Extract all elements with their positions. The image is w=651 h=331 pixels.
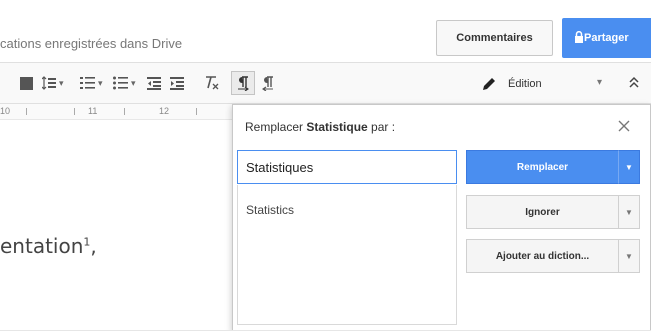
paragraph-style-icon[interactable] [20,73,33,93]
rtl-paragraph-icon[interactable] [262,73,274,93]
save-status-text: cations enregistrées dans Drive [0,36,183,51]
ruler-label: 12 [159,106,170,116]
document-word: entation [0,234,84,258]
ruler-tick [124,108,125,115]
share-label: Partager [584,32,629,44]
increase-indent-icon[interactable] [170,73,184,93]
add-to-dictionary-button[interactable]: Ajouter au diction... [466,239,618,273]
numbered-list-icon[interactable]: ▾ [80,73,103,93]
chevron-down-icon[interactable]: ▼ [618,150,640,184]
suggestion-list: Statistics [237,185,457,325]
line-spacing-icon[interactable]: ▾ [42,73,64,93]
chevron-down-icon: ▾ [131,77,136,88]
replacement-input[interactable] [237,150,457,184]
chevron-down-icon: ▾ [98,77,103,88]
chevron-down-icon[interactable]: ▼ [618,239,640,273]
chevron-down-icon[interactable]: ▼ [618,195,640,229]
ruler-label: 11 [88,106,98,116]
close-icon[interactable] [617,119,631,133]
share-button[interactable]: Partager [562,18,651,58]
document-canvas[interactable]: entation1, [0,121,232,331]
clear-formatting-icon[interactable] [204,73,220,93]
ignore-button[interactable]: Ignorer [466,195,618,229]
dialog-title: Remplacer Statistique par : [245,120,395,134]
suggestion-item[interactable]: Statistics [246,203,294,217]
ltr-paragraph-icon[interactable] [231,71,255,95]
ruler-tick [26,108,27,115]
document-text[interactable]: entation1, [0,234,97,258]
dialog-title-prefix: Remplacer [245,120,307,134]
pencil-icon [483,78,495,90]
replace-button-group: Remplacer ▼ [466,150,640,184]
ignore-button-group: Ignorer ▼ [466,195,640,229]
add-to-dictionary-button-group: Ajouter au diction... ▼ [466,239,640,273]
ruler-tick [196,108,197,115]
spellcheck-dialog: Remplacer Statistique par : Statistics R… [232,104,651,331]
dialog-title-suffix: par : [367,120,396,134]
formatting-toolbar: ▾ ▾ ▾ Édition ▾ [0,62,651,104]
editing-mode-button[interactable]: Édition [482,71,542,97]
docs-header: cations enregistrées dans Drive Commenta… [0,0,651,62]
chevron-down-icon: ▾ [59,77,64,88]
ruler-label: 10 [0,106,11,116]
comments-button[interactable]: Commentaires [436,20,553,56]
lock-icon [575,31,583,43]
chevron-double-up-icon[interactable] [628,75,640,94]
editing-mode-label: Édition [508,78,542,90]
document-punctuation: , [90,234,97,258]
chevron-down-icon[interactable]: ▾ [597,77,602,88]
replace-button[interactable]: Remplacer [466,150,618,184]
decrease-indent-icon[interactable] [147,73,161,93]
bulleted-list-icon[interactable]: ▾ [113,73,136,93]
ruler-tick [74,108,75,115]
misspelled-word: Statistique [306,120,368,134]
